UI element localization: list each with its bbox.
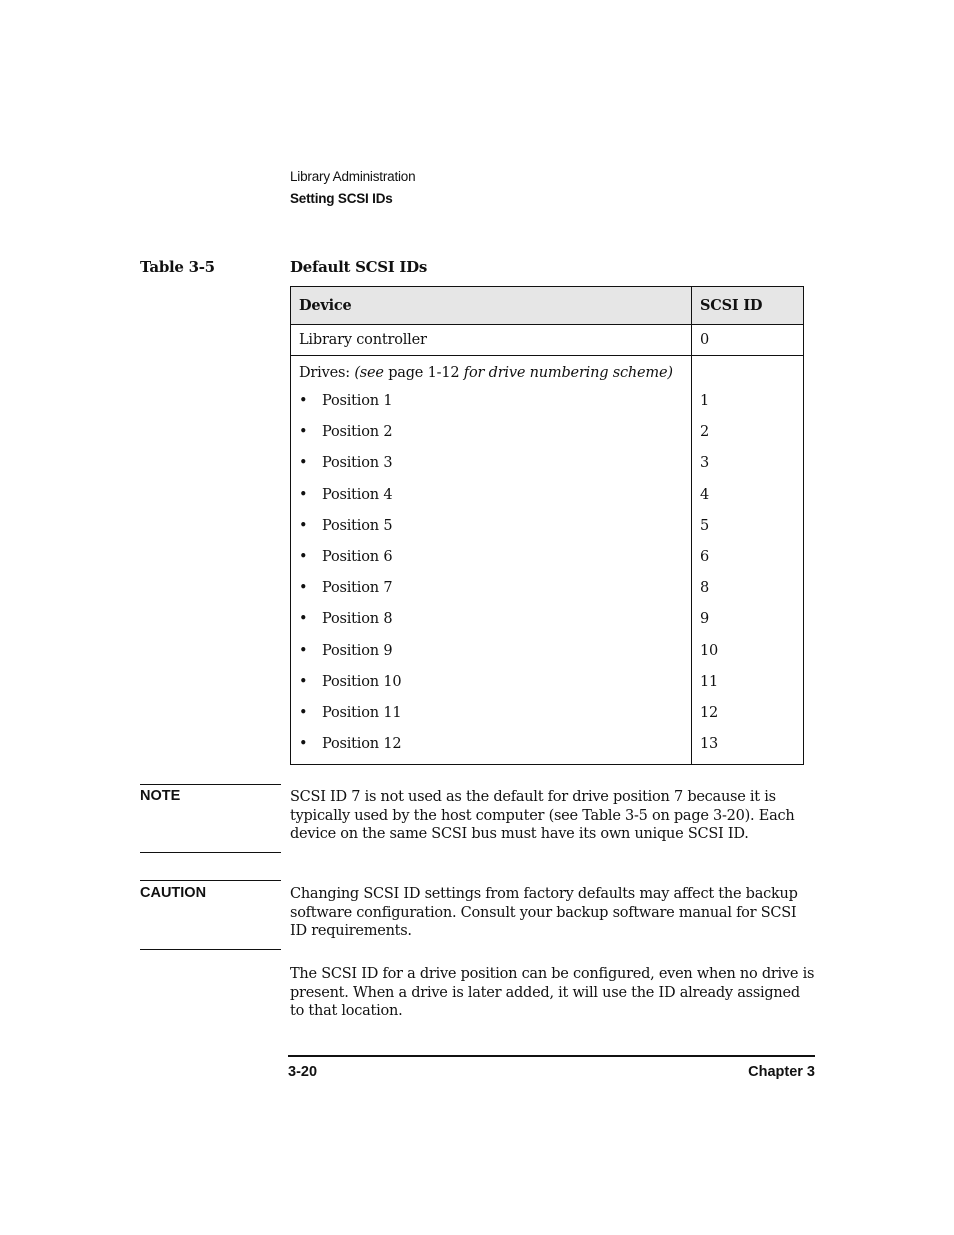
drive-position-label: Position 4 [322,486,393,503]
drive-scsi-id: 11 [700,673,719,690]
bullet-icon: • [299,393,308,409]
caution-top-rule [140,880,281,881]
bullet-icon: • [299,611,308,628]
table-row-drives: Drives: (see page 1-12 for drive numberi… [290,354,804,766]
drive-scsi-id: 10 [700,642,719,659]
drive-position-item: • Position 4 [299,480,683,511]
running-head: Library Administration Setting SCSI IDs [290,166,416,210]
note-text: SCSI ID 7 is not used as the default for… [290,789,795,842]
caution-text: Changing SCSI ID settings from factory d… [290,886,798,939]
drive-scsi-id: 8 [700,580,710,597]
table-title: Default SCSI IDs [290,258,427,276]
drive-scsi-id: 9 [700,611,710,628]
bullet-icon: • [299,486,308,503]
drive-position-item: • Position 11 [299,698,683,729]
bullet-icon: • [299,548,308,565]
bullet-icon: • [299,424,308,441]
bullet-icon: • [299,704,308,721]
drive-position-item: • Position 3 [299,448,683,479]
drive-position-item: • Position 8 [299,604,683,635]
drives-device-cell: Drives: (see page 1-12 for drive numberi… [290,354,692,766]
drive-position-item: • Position 10 [299,667,683,698]
page-number: 3-20 [288,1064,318,1080]
id-spacer [700,360,795,386]
drive-position-label: Position 12 [322,736,402,753]
scheme-text: for drive numbering scheme) [463,365,673,381]
drive-scsi-id: 13 [700,736,719,753]
drive-position-item: • Position 1 [299,386,683,417]
bullet-icon: • [299,455,308,472]
drives-id-cell: 1 2 3 4 5 6 8 9 10 11 12 13 [691,354,804,766]
drive-position-item: • Position 12 [299,729,683,760]
bullet-icon: • [299,517,308,534]
table-number: Table 3-5 [140,258,215,276]
bullet-icon: • [299,736,308,753]
bullet-icon: • [299,580,308,597]
column-header-scsi-id: SCSI ID [691,286,804,325]
scsi-id-table: Device SCSI ID Library controller 0 Driv… [290,286,804,766]
drive-position-label: Position 10 [322,673,402,690]
drives-intro: Drives: (see page 1-12 for drive numberi… [299,360,683,386]
page-reference: page 1-12 [383,365,464,381]
drive-position-label: Position 9 [322,642,393,659]
drive-position-label: Position 8 [322,611,393,628]
drive-position-label: Position 5 [322,517,393,534]
section-title: Setting SCSI IDs [290,191,393,206]
drive-position-list: • Position 1 • Position 2 • Position 3 • Positi… [299,386,683,760]
drive-position-item: • Position 5 [299,511,683,542]
table-row: Library controller 0 [290,324,804,356]
column-header-device: Device [290,286,692,325]
note-top-rule [140,784,281,785]
drive-position-label: Position 1 [322,393,393,409]
footer-chapter: Chapter 3 [748,1064,815,1080]
drive-scsi-id: 6 [700,548,710,565]
drive-position-label: Position 3 [322,455,393,472]
drive-id-list: 1 2 3 4 5 6 8 9 10 11 12 13 [700,386,795,760]
scsi-id-cell: 0 [691,324,804,356]
drive-scsi-id: 4 [700,486,710,503]
table-header-row: Device SCSI ID [290,286,804,325]
bullet-icon: • [299,642,308,659]
drive-position-label: Position 6 [322,548,393,565]
note-bottom-rule [140,852,281,853]
drives-label: Drives: [299,365,355,381]
drive-position-label: Position 7 [322,580,393,597]
drive-scsi-id: 12 [700,704,719,721]
drive-position-item: • Position 2 [299,417,683,448]
drive-scsi-id: 3 [700,455,710,472]
see-text: (see [354,365,384,381]
body-paragraph: The SCSI ID for a drive position can be … [290,966,815,1019]
caution-bottom-rule [140,949,281,950]
drive-position-label: Position 11 [322,704,402,721]
footer-rule [288,1055,815,1057]
drive-scsi-id: 2 [700,424,710,441]
drive-position-item: • Position 7 [299,573,683,604]
note-label: NOTE [140,788,181,804]
drive-position-item: • Position 9 [299,636,683,667]
chapter-title: Library Administration [290,169,416,184]
drive-position-label: Position 2 [322,424,393,441]
device-cell: Library controller [290,324,692,356]
drive-position-item: • Position 6 [299,542,683,573]
caution-label: CAUTION [140,885,207,901]
bullet-icon: • [299,673,308,690]
drive-scsi-id: 1 [700,393,710,409]
drive-scsi-id: 5 [700,517,710,534]
